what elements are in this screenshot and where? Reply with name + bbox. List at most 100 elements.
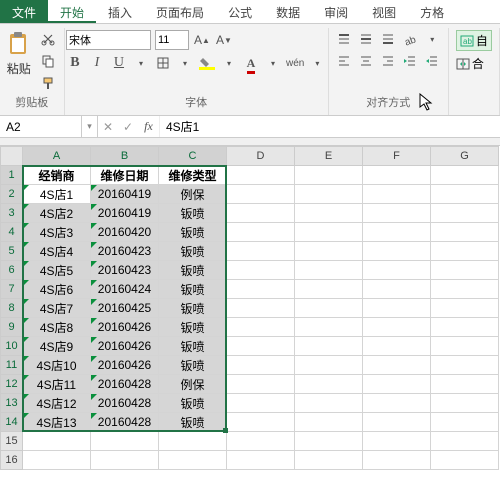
fontcolor-dropdown[interactable]: ▾ xyxy=(264,54,282,72)
cell[interactable] xyxy=(431,261,499,280)
cell[interactable] xyxy=(363,375,431,394)
align-bottom-button[interactable] xyxy=(379,30,397,48)
cell[interactable]: 20160428 xyxy=(91,413,159,432)
cell[interactable] xyxy=(363,242,431,261)
row-header[interactable]: 6 xyxy=(1,261,23,280)
row-header[interactable]: 8 xyxy=(1,299,23,318)
cell[interactable] xyxy=(295,166,363,185)
cell[interactable]: 钣喷 xyxy=(159,223,227,242)
cell[interactable] xyxy=(227,318,295,337)
cell[interactable]: 20160428 xyxy=(91,375,159,394)
cell[interactable]: 4S店1 xyxy=(23,185,91,204)
cell[interactable]: 4S店13 xyxy=(23,413,91,432)
col-header-B[interactable]: B xyxy=(91,147,159,166)
fill-color-button[interactable] xyxy=(198,54,216,72)
cell[interactable] xyxy=(431,204,499,223)
col-header-D[interactable]: D xyxy=(227,147,295,166)
cell[interactable] xyxy=(431,242,499,261)
cell[interactable]: 4S店4 xyxy=(23,242,91,261)
row-header[interactable]: 10 xyxy=(1,337,23,356)
cell[interactable] xyxy=(295,394,363,413)
cell[interactable] xyxy=(431,375,499,394)
cell[interactable] xyxy=(159,451,227,470)
fill-dropdown[interactable]: ▾ xyxy=(220,54,238,72)
cell[interactable] xyxy=(295,204,363,223)
row-header[interactable]: 16 xyxy=(1,451,23,470)
cell[interactable]: 20160420 xyxy=(91,223,159,242)
cell[interactable] xyxy=(227,451,295,470)
align-middle-button[interactable] xyxy=(357,30,375,48)
wrap-text-button[interactable]: ab 自 xyxy=(456,30,492,51)
cell[interactable]: 钣喷 xyxy=(159,394,227,413)
phonetic-dropdown[interactable]: ▾ xyxy=(308,54,326,72)
paste-button[interactable]: 粘贴 xyxy=(7,30,31,77)
cell[interactable]: 4S店7 xyxy=(23,299,91,318)
cell[interactable]: 4S店8 xyxy=(23,318,91,337)
tab-data[interactable]: 数据 xyxy=(264,0,312,23)
align-left-button[interactable] xyxy=(335,52,353,70)
cell[interactable] xyxy=(295,413,363,432)
row-header[interactable]: 2 xyxy=(1,185,23,204)
cell[interactable]: 4S店6 xyxy=(23,280,91,299)
tab-page-layout[interactable]: 页面布局 xyxy=(144,0,216,23)
cell[interactable] xyxy=(363,223,431,242)
cell[interactable]: 4S店3 xyxy=(23,223,91,242)
cell[interactable] xyxy=(227,223,295,242)
cell[interactable]: 钣喷 xyxy=(159,318,227,337)
cell[interactable] xyxy=(363,394,431,413)
font-color-button[interactable]: A xyxy=(242,54,260,72)
cell[interactable] xyxy=(295,223,363,242)
cell[interactable] xyxy=(363,337,431,356)
cell[interactable] xyxy=(227,242,295,261)
cell[interactable] xyxy=(227,204,295,223)
cell[interactable] xyxy=(159,432,227,451)
cell[interactable]: 20160426 xyxy=(91,318,159,337)
col-header-F[interactable]: F xyxy=(363,147,431,166)
cell[interactable] xyxy=(295,432,363,451)
phonetic-button[interactable]: wén xyxy=(286,54,304,72)
cell[interactable] xyxy=(227,413,295,432)
formula-cancel-button[interactable]: ✕ xyxy=(98,116,118,137)
cell[interactable] xyxy=(431,394,499,413)
cell[interactable] xyxy=(431,299,499,318)
cell[interactable]: 4S店11 xyxy=(23,375,91,394)
cell[interactable]: 20160423 xyxy=(91,242,159,261)
align-center-button[interactable] xyxy=(357,52,375,70)
border-button[interactable] xyxy=(154,54,172,72)
cell[interactable] xyxy=(295,280,363,299)
row-header[interactable]: 9 xyxy=(1,318,23,337)
cell[interactable] xyxy=(431,413,499,432)
cell[interactable] xyxy=(227,337,295,356)
cell[interactable] xyxy=(91,432,159,451)
bold-button[interactable]: B xyxy=(66,54,84,72)
cell[interactable] xyxy=(227,356,295,375)
cell[interactable]: 20160426 xyxy=(91,356,159,375)
align-right-button[interactable] xyxy=(379,52,397,70)
font-size-select[interactable] xyxy=(155,30,189,50)
tab-home[interactable]: 开始 xyxy=(48,0,96,23)
cell[interactable] xyxy=(363,280,431,299)
file-tab[interactable]: 文件 xyxy=(0,0,48,23)
row-header[interactable]: 13 xyxy=(1,394,23,413)
cell[interactable]: 4S店10 xyxy=(23,356,91,375)
formula-input[interactable]: 4S店1 xyxy=(160,116,500,137)
cell[interactable]: 20160425 xyxy=(91,299,159,318)
cell[interactable]: 钣喷 xyxy=(159,356,227,375)
cell[interactable]: 例保 xyxy=(159,375,227,394)
col-header-A[interactable]: A xyxy=(23,147,91,166)
font-name-select[interactable] xyxy=(66,30,151,50)
cell[interactable] xyxy=(227,261,295,280)
name-box[interactable]: A2 xyxy=(0,116,82,137)
cell[interactable] xyxy=(363,318,431,337)
border-dropdown[interactable]: ▾ xyxy=(176,54,194,72)
cell[interactable] xyxy=(363,185,431,204)
align-top-button[interactable] xyxy=(335,30,353,48)
cell[interactable] xyxy=(227,185,295,204)
cell[interactable] xyxy=(295,451,363,470)
cell[interactable]: 钣喷 xyxy=(159,242,227,261)
fx-button[interactable]: fx xyxy=(138,116,160,137)
increase-indent-button[interactable] xyxy=(423,52,441,70)
cell[interactable]: 4S店2 xyxy=(23,204,91,223)
cell[interactable]: 钣喷 xyxy=(159,204,227,223)
cell[interactable]: 钣喷 xyxy=(159,299,227,318)
